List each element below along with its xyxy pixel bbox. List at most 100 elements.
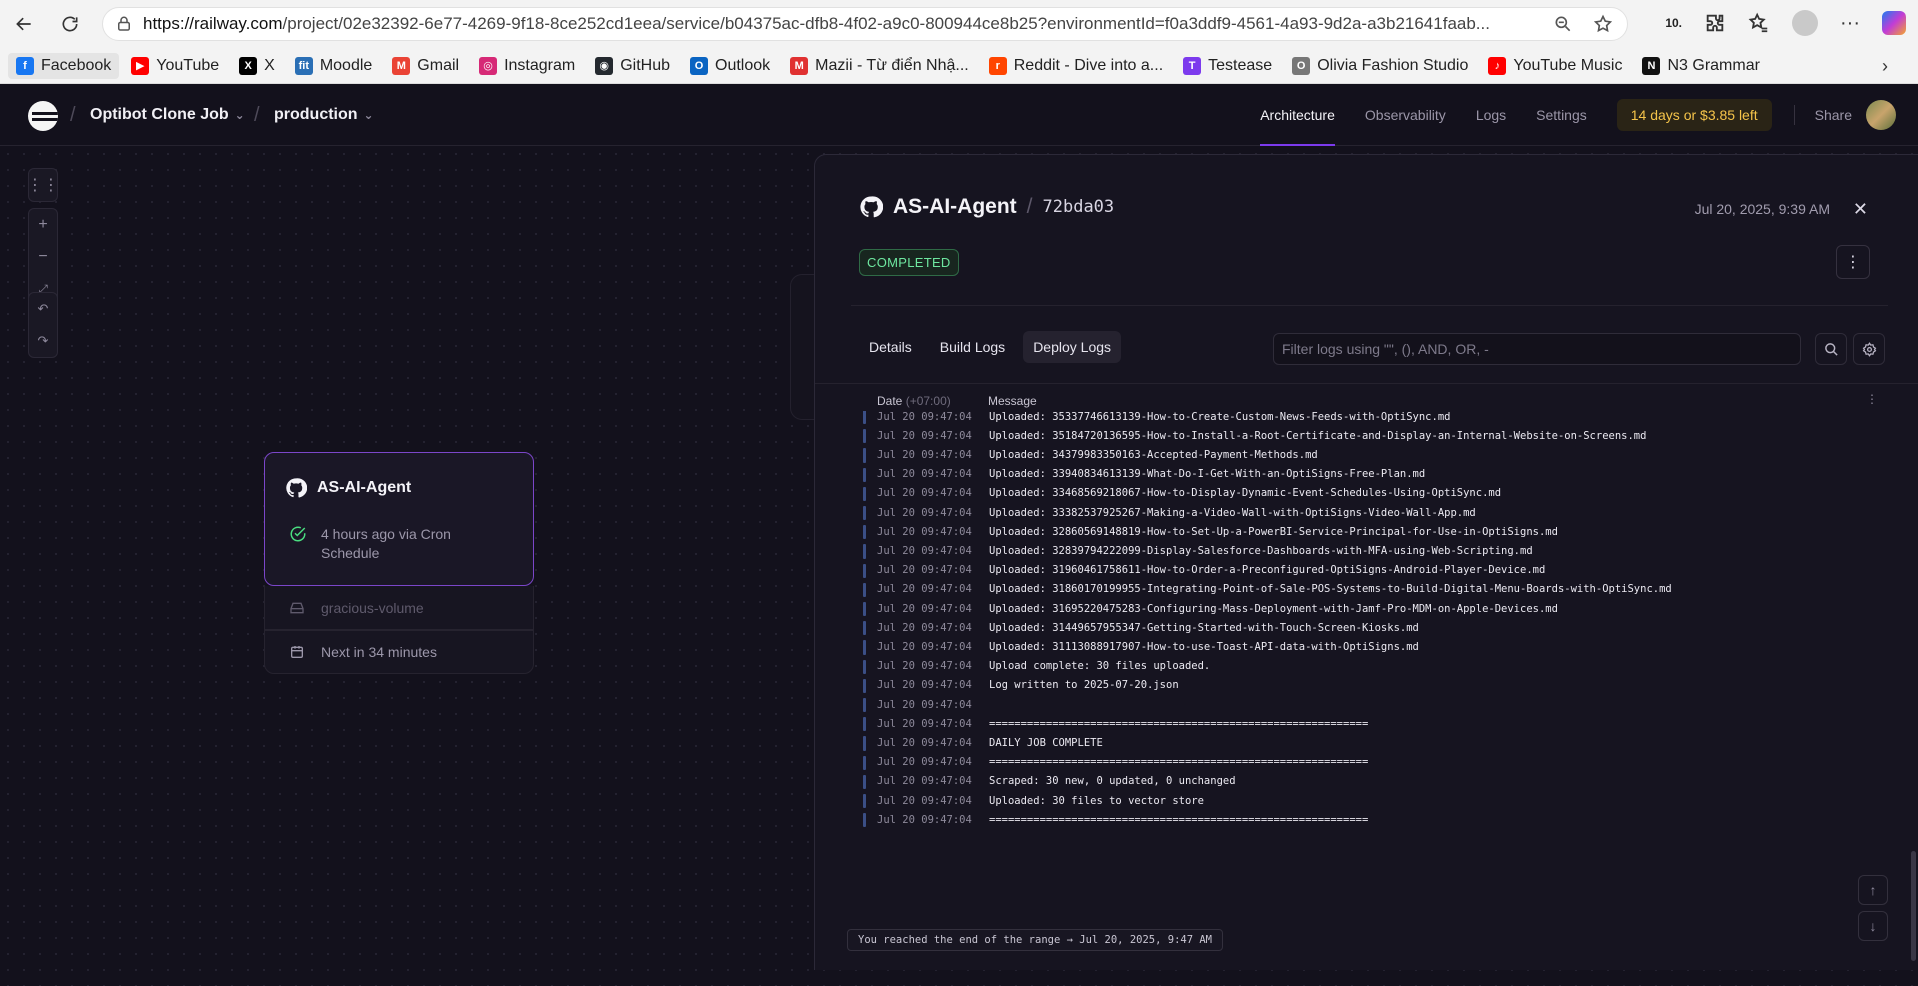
- environment-switcher[interactable]: production ⌄: [274, 106, 374, 124]
- log-list[interactable]: Jul 20 09:47:04 Uploaded: 35337746613139-…: [815, 411, 1918, 943]
- log-row[interactable]: Jul 20 09:47:04 Uploaded: 34379983350163-…: [815, 445, 1918, 464]
- log-row[interactable]: Jul 20 09:47:04 =========================…: [815, 753, 1918, 772]
- tab-architecture[interactable]: Architecture: [1260, 84, 1335, 146]
- tab-logs[interactable]: Logs: [1476, 84, 1506, 146]
- column-message: Message: [988, 394, 1037, 408]
- log-level-indicator: [863, 678, 866, 693]
- log-row[interactable]: Jul 20 09:47:04 Uploaded: 35337746613139-…: [815, 411, 1918, 426]
- bookmark-item[interactable]: O Olivia Fashion Studio: [1284, 53, 1476, 79]
- log-timestamp: Jul 20 09:47:04: [877, 736, 972, 749]
- scroll-top-button[interactable]: ↑: [1858, 875, 1888, 905]
- log-filter-input[interactable]: Filter logs using "", (), AND, OR, -: [1273, 333, 1801, 365]
- log-row[interactable]: Jul 20 09:47:04 Uploaded: 33940834613139-…: [815, 465, 1918, 484]
- zoom-in-icon[interactable]: +: [28, 209, 58, 241]
- log-row[interactable]: Jul 20 09:47:04 Scraped: 30 new, 0 update…: [815, 772, 1918, 791]
- bookmark-label: Instagram: [504, 56, 576, 74]
- log-row[interactable]: Jul 20 09:47:04 Uploaded: 35184720136595-…: [815, 426, 1918, 445]
- log-level-indicator: [863, 544, 866, 559]
- tab-observability[interactable]: Observability: [1365, 84, 1446, 146]
- site-info-icon[interactable]: [115, 15, 133, 33]
- tab-details[interactable]: Details: [859, 331, 922, 363]
- log-settings-button[interactable]: [1853, 333, 1885, 365]
- panel-service-name[interactable]: AS-AI-Agent: [893, 195, 1017, 219]
- bookmark-item[interactable]: f Facebook: [8, 52, 120, 79]
- log-level-indicator: [863, 736, 866, 751]
- share-button[interactable]: Share: [1815, 107, 1852, 123]
- service-card[interactable]: AS-AI-Agent 4 hours ago via Cron Schedul…: [264, 452, 534, 586]
- log-row[interactable]: Jul 20 09:47:04 DAILY JOB COMPLETE: [815, 733, 1918, 752]
- bookmark-item[interactable]: O Outlook: [682, 53, 778, 79]
- log-row[interactable]: Jul 20 09:47:04 Uploaded: 32839794222099-…: [815, 541, 1918, 560]
- favorites-icon[interactable]: [1748, 12, 1770, 34]
- zoom-icon[interactable]: [1553, 14, 1573, 34]
- undo-icon[interactable]: ↶: [28, 293, 58, 325]
- divider: [1793, 105, 1795, 125]
- log-message: Uploaded: 30 files to vector store: [989, 794, 1204, 807]
- bookmark-item[interactable]: r Reddit - Dive into a...: [981, 53, 1171, 79]
- bookmark-item[interactable]: fit Moodle: [287, 53, 380, 79]
- address-bar[interactable]: https://railway.com/project/02e32392-6e7…: [102, 7, 1628, 41]
- user-avatar[interactable]: [1866, 100, 1896, 130]
- extensions-icon[interactable]: [1704, 12, 1726, 34]
- log-row[interactable]: Jul 20 09:47:04 =========================…: [815, 810, 1918, 829]
- bookmark-item[interactable]: ▶ YouTube: [123, 53, 227, 79]
- log-row[interactable]: Jul 20 09:47:04 Uploaded: 30 files to vec…: [815, 791, 1918, 810]
- log-row[interactable]: Jul 20 09:47:04 Uploaded: 33468569218067-…: [815, 484, 1918, 503]
- log-level-indicator: [863, 467, 866, 482]
- log-row[interactable]: Jul 20 09:47:04 =========================…: [815, 714, 1918, 733]
- volume-row[interactable]: gracious-volume: [264, 586, 534, 630]
- log-scrollbar[interactable]: [1911, 851, 1916, 961]
- log-timestamp: Jul 20 09:47:04: [877, 698, 972, 711]
- log-message: DAILY JOB COMPLETE: [989, 736, 1103, 749]
- tab-settings[interactable]: Settings: [1536, 84, 1587, 146]
- bookmark-favicon-icon: T: [1183, 56, 1202, 75]
- scroll-bottom-button[interactable]: ↓: [1858, 911, 1888, 941]
- log-message: ========================================…: [989, 756, 1369, 769]
- project-switcher[interactable]: Optibot Clone Job ⌄: [90, 106, 245, 124]
- bookmark-item[interactable]: XX: [231, 53, 283, 79]
- log-row[interactable]: Jul 20 09:47:04 Log written to 2025-07-20…: [815, 676, 1918, 695]
- log-row[interactable]: Jul 20 09:47:04 Uploaded: 31449657955347-…: [815, 618, 1918, 637]
- log-row[interactable]: Jul 20 09:47:04 Upload complete: 30 files…: [815, 657, 1918, 676]
- column-options-icon[interactable]: ⋮: [1866, 392, 1878, 406]
- tab-build-logs[interactable]: Build Logs: [930, 331, 1015, 363]
- commit-hash[interactable]: 72bda03: [1043, 197, 1115, 217]
- zoom-out-icon[interactable]: −: [28, 241, 58, 273]
- copilot-icon[interactable]: [1882, 11, 1906, 35]
- bookmark-item[interactable]: N N3 Grammar: [1634, 53, 1767, 79]
- log-row[interactable]: Jul 20 09:47:04 Uploaded: 31860170199955-…: [815, 580, 1918, 599]
- trial-badge[interactable]: 14 days or $3.85 left: [1616, 99, 1772, 131]
- more-options-button[interactable]: ⋮: [1836, 245, 1870, 279]
- bookmark-item[interactable]: T Testease: [1175, 53, 1280, 79]
- log-message: Uploaded: 34379983350163-Accepted-Paymen…: [989, 448, 1318, 461]
- chevron-down-icon: ⌄: [363, 108, 374, 122]
- back-icon[interactable]: [6, 6, 42, 42]
- log-row[interactable]: Jul 20 09:47:04 Uploaded: 31960461758611-…: [815, 561, 1918, 580]
- log-row[interactable]: Jul 20 09:47:04 Uploaded: 31695220475283-…: [815, 599, 1918, 618]
- redo-icon[interactable]: ↷: [28, 325, 58, 357]
- more-menu-icon[interactable]: ···: [1840, 12, 1860, 35]
- close-icon[interactable]: ✕: [1853, 199, 1868, 220]
- tab-deploy-logs[interactable]: Deploy Logs: [1023, 331, 1122, 363]
- favorite-star-icon[interactable]: [1593, 14, 1613, 34]
- bookmark-item[interactable]: ◉ GitHub: [587, 53, 678, 79]
- reload-icon[interactable]: [52, 6, 88, 42]
- cron-schedule-row[interactable]: Next in 34 minutes: [264, 630, 534, 674]
- bookmark-label: Olivia Fashion Studio: [1317, 56, 1469, 74]
- log-row[interactable]: Jul 20 09:47:04 Uploaded: 31113088917907-…: [815, 637, 1918, 656]
- bookmark-item[interactable]: M Gmail: [384, 53, 467, 79]
- log-row[interactable]: Jul 20 09:47:04: [815, 695, 1918, 714]
- grid-icon[interactable]: ⋮⋮: [27, 169, 59, 201]
- profile-avatar[interactable]: [1792, 10, 1819, 36]
- bookmark-item[interactable]: ◎ Instagram: [471, 53, 583, 79]
- bookmark-item[interactable]: ♪ YouTube Music: [1480, 53, 1630, 79]
- log-timestamp: Jul 20 09:47:04: [877, 602, 972, 615]
- bookmarks-overflow-icon[interactable]: ›: [1882, 56, 1888, 77]
- search-button[interactable]: [1815, 333, 1847, 365]
- bookmark-item[interactable]: M Mazii - Từ điển Nhậ...: [782, 53, 977, 79]
- log-row[interactable]: Jul 20 09:47:04 Uploaded: 32860569148819-…: [815, 522, 1918, 541]
- log-row[interactable]: Jul 20 09:47:04 Uploaded: 33382537925267-…: [815, 503, 1918, 522]
- url-text: https://railway.com/project/02e32392-6e7…: [143, 14, 1490, 33]
- extension-badge[interactable]: 10.: [1665, 16, 1682, 30]
- railway-logo[interactable]: [28, 101, 58, 131]
